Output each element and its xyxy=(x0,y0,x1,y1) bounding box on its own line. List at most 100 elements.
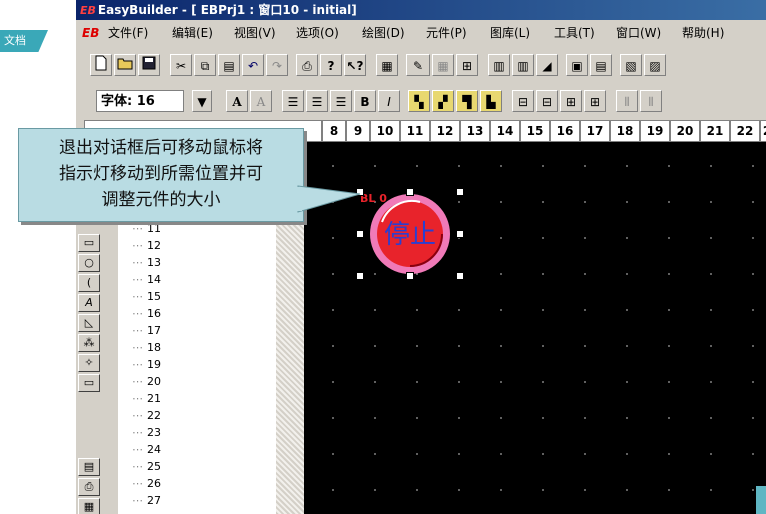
font-grow-icon[interactable]: A xyxy=(226,90,248,112)
layer-down-icon[interactable]: ▥ xyxy=(488,54,510,76)
ruler-cell[interactable]: 12 xyxy=(430,120,460,142)
print-icon[interactable]: ⎙ xyxy=(296,54,318,76)
arc-icon[interactable]: ( xyxy=(78,274,100,292)
align-center-icon[interactable]: ☰ xyxy=(306,90,328,112)
tree-item-24[interactable]: ⋯ 24 xyxy=(132,443,161,456)
chart-icon[interactable]: ◢ xyxy=(536,54,558,76)
ruler-cell[interactable]: 19 xyxy=(640,120,670,142)
menu-draw[interactable]: 绘图(D) xyxy=(362,22,405,44)
font-shrink-icon[interactable]: A xyxy=(250,90,272,112)
ruler-cell[interactable]: 15 xyxy=(520,120,550,142)
ruler-cell[interactable]: 21 xyxy=(700,120,730,142)
resize-handle[interactable] xyxy=(456,188,464,196)
circle-icon[interactable]: ○ xyxy=(78,254,100,272)
grid-icon[interactable]: ▦ xyxy=(432,54,454,76)
send-back-icon[interactable]: ▞ xyxy=(432,90,454,112)
library-icon[interactable]: ▤ xyxy=(78,458,100,476)
ruler-cell[interactable]: 22 xyxy=(730,120,760,142)
ruler-cell[interactable]: 14 xyxy=(490,120,520,142)
resize-handle[interactable] xyxy=(406,188,414,196)
tree-item-21[interactable]: ⋯ 21 xyxy=(132,392,161,405)
resize-handle[interactable] xyxy=(356,230,364,238)
resize-handle[interactable] xyxy=(456,230,464,238)
align-left-icon[interactable]: ☰ xyxy=(282,90,304,112)
menu-parts[interactable]: 元件(P) xyxy=(426,22,467,44)
window-icon[interactable]: ▣ xyxy=(566,54,588,76)
align-right-edge-icon[interactable]: ⊞ xyxy=(584,90,606,112)
ruler-cell[interactable]: 10 xyxy=(370,120,400,142)
tree-item-17[interactable]: ⋯ 17 xyxy=(132,324,161,337)
align-left-edge-icon[interactable]: ⊞ xyxy=(560,90,582,112)
menu-library[interactable]: 图库(L) xyxy=(490,22,530,44)
tree-item-20[interactable]: ⋯ 20 xyxy=(132,375,161,388)
pen-icon[interactable]: ✎ xyxy=(406,54,430,76)
ruler-cell[interactable]: 11 xyxy=(400,120,430,142)
menu-help[interactable]: 帮助(H) xyxy=(682,22,724,44)
scale-icon[interactable]: ◺ xyxy=(78,314,100,332)
tree-item-18[interactable]: ⋯ 18 xyxy=(132,341,161,354)
page-scroll-tab[interactable] xyxy=(756,486,766,514)
distribute-h-icon[interactable]: ⫴ xyxy=(616,90,638,112)
stop-indicator[interactable]: BL 0 停止 xyxy=(356,188,464,280)
save-icon[interactable] xyxy=(138,54,160,76)
align-bottom-icon[interactable]: ⊟ xyxy=(536,90,558,112)
ruler-cell[interactable]: 20 xyxy=(670,120,700,142)
download-icon[interactable]: ▧ xyxy=(620,54,642,76)
tree-item-19[interactable]: ⋯ 19 xyxy=(132,358,161,371)
align-top-icon[interactable]: ⊟ xyxy=(512,90,534,112)
tree-item-13[interactable]: ⋯ 13 xyxy=(132,256,161,269)
tree-item-26[interactable]: ⋯ 26 xyxy=(132,477,161,490)
text-icon[interactable]: A xyxy=(78,294,100,312)
list-icon[interactable]: ▤ xyxy=(590,54,612,76)
rectangle-icon[interactable]: ▭ xyxy=(78,234,100,252)
undo-icon[interactable]: ↶ xyxy=(242,54,264,76)
ruler-cell[interactable]: 17 xyxy=(580,120,610,142)
font-size-select[interactable]: 字体: 16 xyxy=(96,90,184,112)
new-file-icon[interactable] xyxy=(90,54,112,76)
italic-button[interactable]: I xyxy=(378,90,400,112)
resize-handle[interactable] xyxy=(356,272,364,280)
tree-item-27[interactable]: ⋯ 27 xyxy=(132,494,161,507)
tree-item-16[interactable]: ⋯ 16 xyxy=(132,307,161,320)
open-folder-icon[interactable] xyxy=(114,54,136,76)
ruler-cell[interactable]: 8 xyxy=(322,120,346,142)
tree-item-14[interactable]: ⋯ 14 xyxy=(132,273,161,286)
menu-options[interactable]: 选项(O) xyxy=(296,22,339,44)
dialog-icon[interactable]: ▦ xyxy=(78,498,100,514)
bitmap-icon[interactable]: ⁂ xyxy=(78,334,100,352)
menu-edit[interactable]: 编辑(E) xyxy=(172,22,213,44)
ruler-cell[interactable]: 13 xyxy=(460,120,490,142)
chevron-down-icon[interactable]: ▼ xyxy=(192,90,212,112)
tree-item-11[interactable]: ⋯ 11 xyxy=(132,222,161,235)
align-icon[interactable]: ⊞ xyxy=(456,54,478,76)
cut-icon[interactable]: ✂ xyxy=(170,54,192,76)
menu-window[interactable]: 窗口(W) xyxy=(616,22,661,44)
menu-tools[interactable]: 工具(T) xyxy=(554,22,595,44)
distribute-v-icon[interactable]: ⫴ xyxy=(640,90,662,112)
paste-icon[interactable]: ▤ xyxy=(218,54,240,76)
tree-item-15[interactable]: ⋯ 15 xyxy=(132,290,161,303)
align-right-icon[interactable]: ☰ xyxy=(330,90,352,112)
copy-icon[interactable]: ⧉ xyxy=(194,54,216,76)
group-icon[interactable]: ▜ xyxy=(456,90,478,112)
redo-icon[interactable]: ↷ xyxy=(266,54,288,76)
tree-item-23[interactable]: ⋯ 23 xyxy=(132,426,161,439)
ruler-cell[interactable]: 2 xyxy=(760,120,766,142)
menu-view[interactable]: 视图(V) xyxy=(234,22,276,44)
context-help-icon[interactable]: ↖? xyxy=(344,54,366,76)
tree-item-25[interactable]: ⋯ 25 xyxy=(132,460,161,473)
frame-icon[interactable]: ▭ xyxy=(78,374,100,392)
menu-file[interactable]: 文件(F) xyxy=(108,22,148,44)
bold-button[interactable]: B xyxy=(354,90,376,112)
ungroup-icon[interactable]: ▙ xyxy=(480,90,502,112)
resize-handle[interactable] xyxy=(406,272,414,280)
more-icon[interactable]: ▨ xyxy=(644,54,666,76)
printer-icon[interactable]: ⎙ xyxy=(78,478,100,496)
star-icon[interactable]: ✧ xyxy=(78,354,100,372)
layer-up-icon[interactable]: ▥ xyxy=(512,54,534,76)
ruler-cell[interactable]: 18 xyxy=(610,120,640,142)
tree-item-22[interactable]: ⋯ 22 xyxy=(132,409,161,422)
tree-item-12[interactable]: ⋯ 12 xyxy=(132,239,161,252)
ruler-cell[interactable]: 9 xyxy=(346,120,370,142)
about-icon[interactable]: ? xyxy=(320,54,342,76)
